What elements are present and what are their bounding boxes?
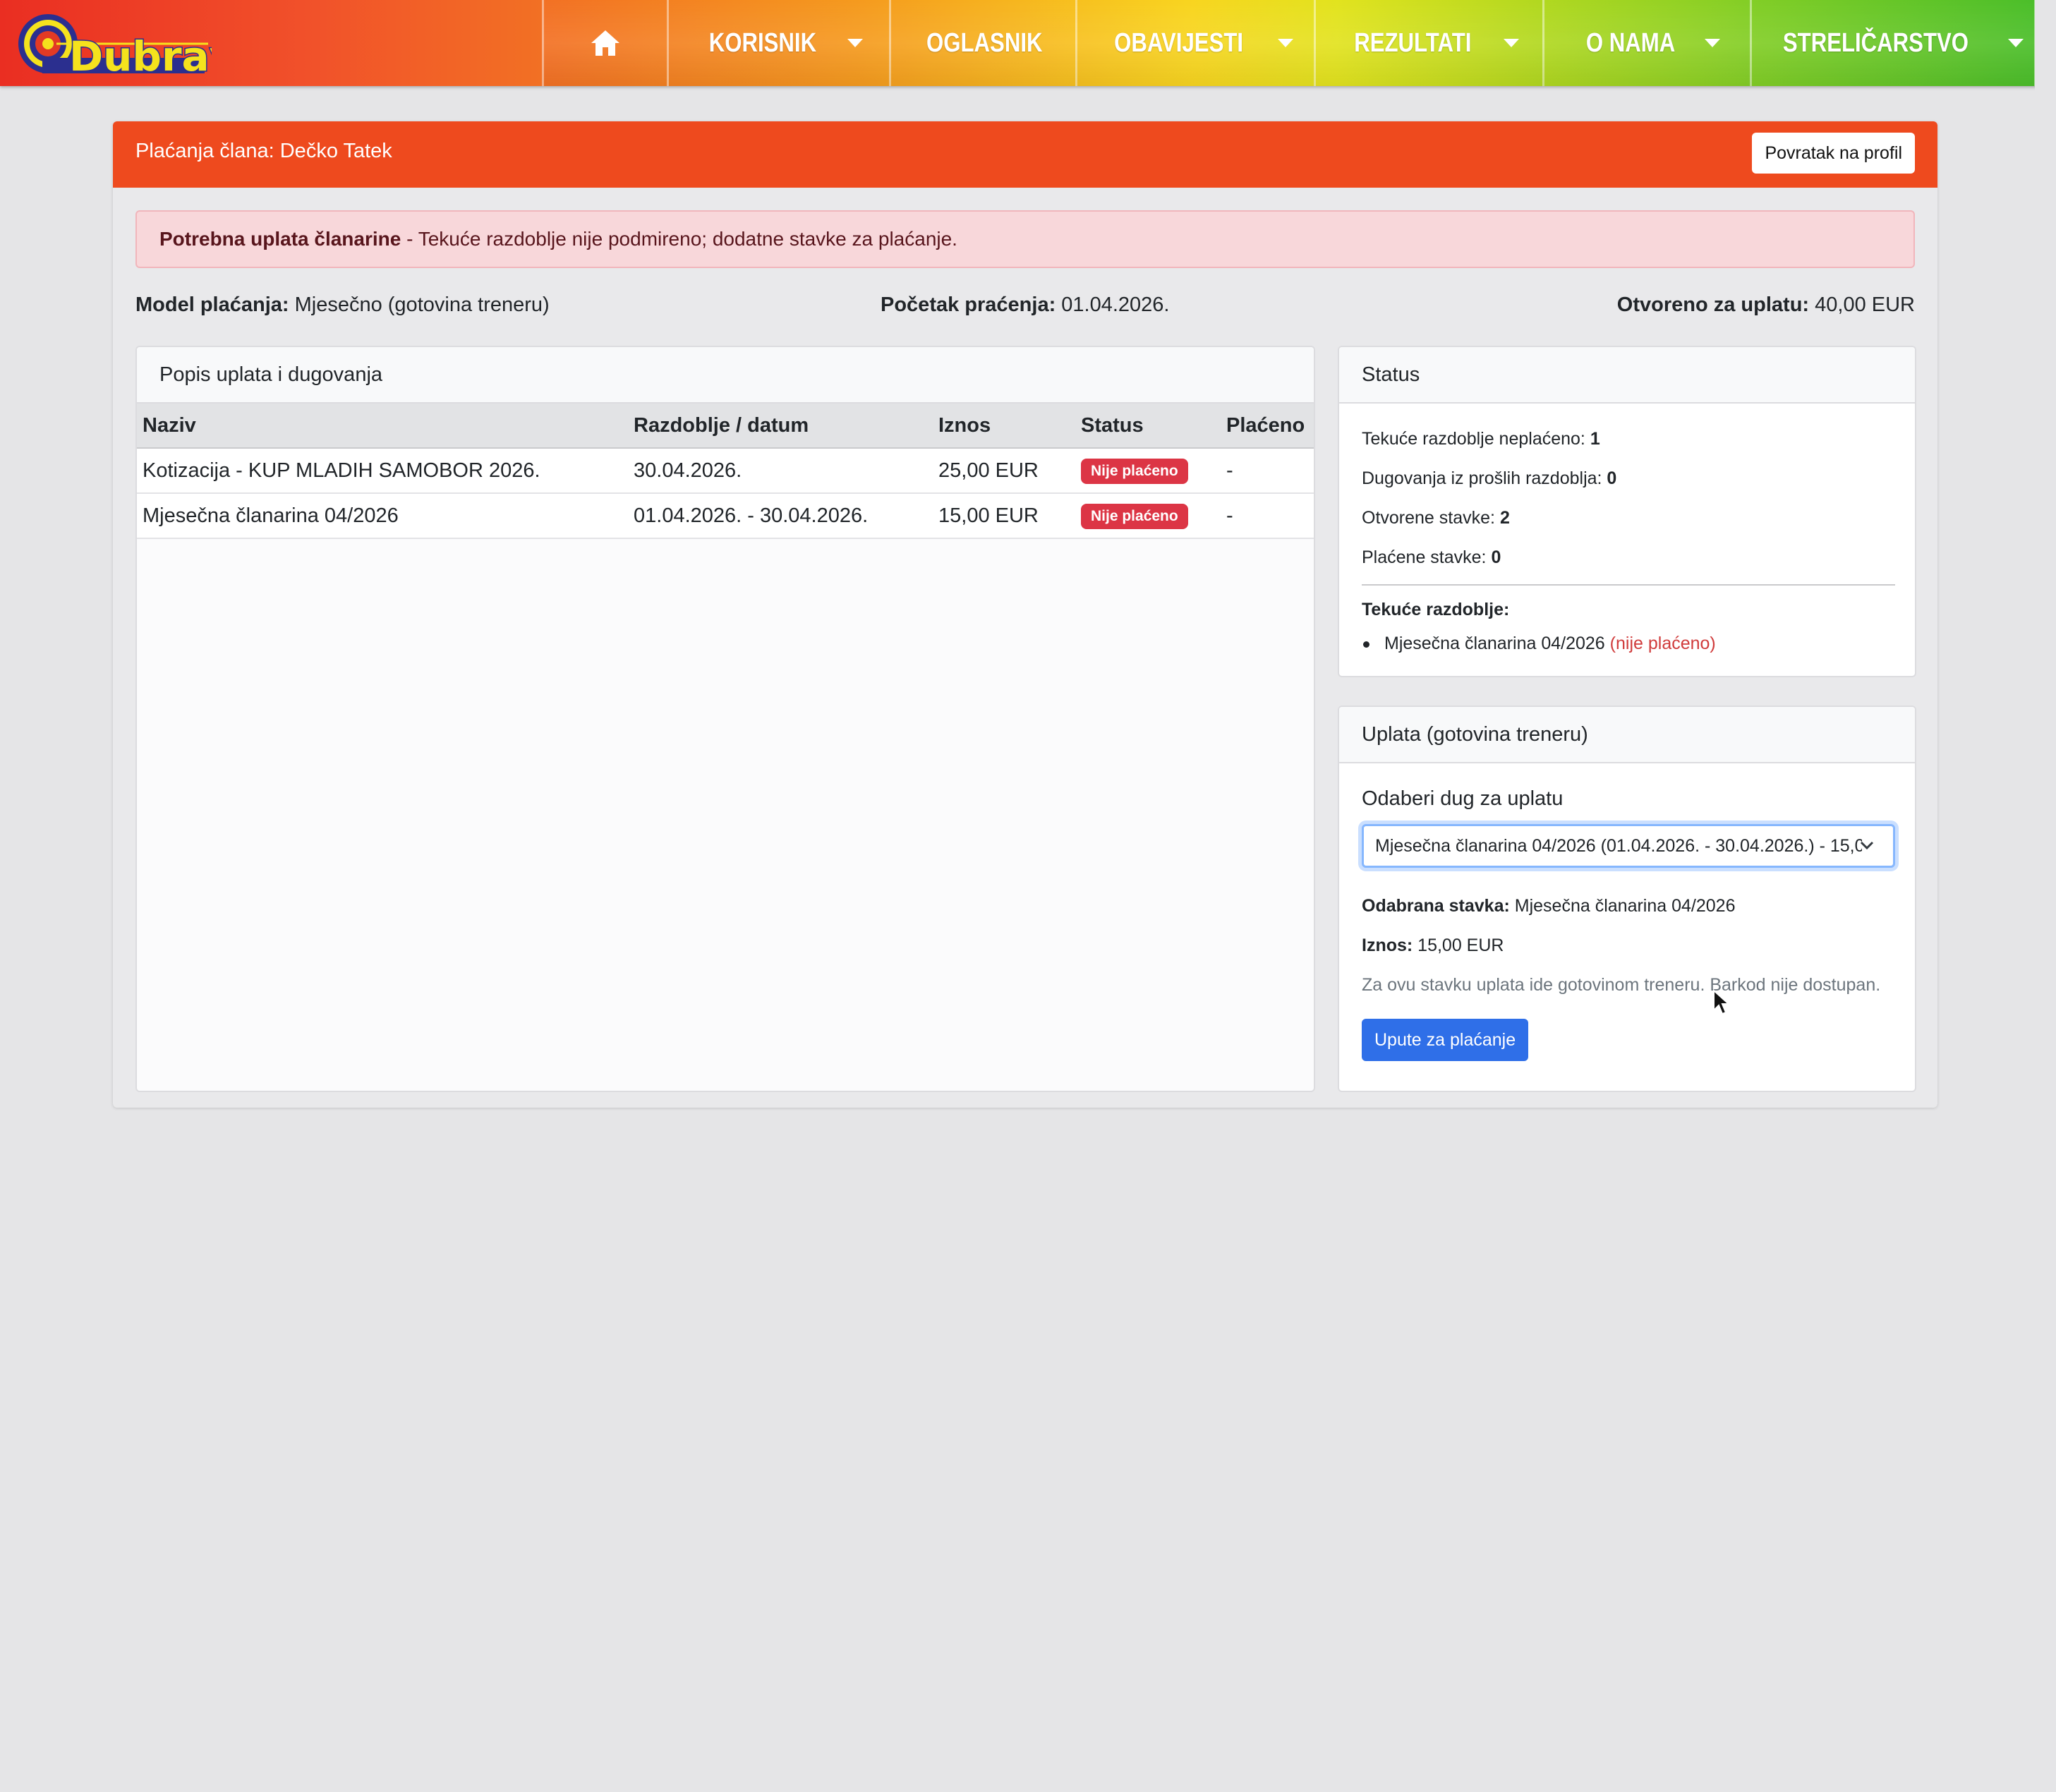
window-edge: [2035, 0, 2056, 1792]
payment-instructions-button[interactable]: Upute za plaćanje: [1362, 1019, 1529, 1061]
home-icon: [591, 30, 619, 56]
row-status-cell: Nije plaćeno: [1075, 448, 1221, 494]
stat-past-debts-value: 0: [1607, 468, 1617, 488]
nav-rezultati[interactable]: REZULTATI: [1314, 0, 1544, 86]
column-header-placeno: Plaćeno: [1221, 404, 1314, 449]
status-title: Status: [1339, 347, 1915, 404]
column-header-status: Status: [1075, 404, 1221, 449]
row-amount: 15,00 EUR: [933, 493, 1075, 539]
amount-label: Iznos:: [1362, 936, 1413, 955]
current-period-item-name: Mjesečna članarina 04/2026: [1384, 634, 1605, 653]
open-amount-info: Otvoreno za uplatu: 40,00 EUR: [1617, 293, 1915, 317]
row-paid: -: [1221, 493, 1314, 539]
top-navbar: Dubrava KORISNIK OGLASNIK OBAVIJESTI REZ…: [0, 0, 2056, 86]
select-debt-label: Odaberi dug za uplatu: [1362, 787, 1564, 810]
table-header-row: Naziv Razdoblje / datum Iznos Status Pla…: [137, 404, 1314, 449]
nav-strelicarstvo[interactable]: STRELIČARSTVO: [1750, 0, 2036, 86]
nav-strelicarstvo-label: STRELIČARSTVO: [1782, 28, 1969, 58]
current-period-heading: Tekuće razdoblje:: [1362, 600, 1510, 619]
current-period-item: Mjesečna članarina 04/2026 (nije plaćeno…: [1363, 634, 1716, 654]
row-name: Kotizacija - KUP MLADIH SAMOBOR 2026.: [137, 448, 628, 494]
nav-oglasnik[interactable]: OGLASNIK: [889, 0, 1077, 86]
chevron-down-icon: [1860, 841, 1874, 850]
card-header: Plaćanja člana: Dečko Tatek Povratak na …: [113, 121, 1937, 188]
row-period: 01.04.2026. - 30.04.2026.: [628, 493, 933, 539]
tracking-start-info: Početak praćenja: 01.04.2026.: [881, 293, 1170, 317]
alert-strong: Potrebna uplata članarine: [159, 228, 401, 250]
payment-model-info: Model plaćanja: Mjesečno (gotovina trene…: [135, 293, 550, 317]
current-period-item-status: (nije plaćeno): [1609, 634, 1716, 653]
stat-open-items-value: 2: [1499, 508, 1510, 528]
nav-rezultati-label: REZULTATI: [1353, 28, 1472, 58]
caret-down-icon: [1504, 39, 1520, 47]
caret-down-icon: [847, 39, 864, 47]
tracking-start-value: 01.04.2026.: [1056, 293, 1170, 316]
selected-item-info: Odabrana stavka: Mjesečna članarina 04/2…: [1362, 896, 1735, 916]
status-divider: [1362, 584, 1895, 586]
membership-alert: Potrebna uplata članarine - Tekuće razdo…: [135, 210, 1915, 268]
stat-past-debts-label: Dugovanja iz prošlih razdoblja:: [1362, 468, 1607, 488]
stat-past-debts: Dugovanja iz prošlih razdoblja: 0: [1362, 468, 1616, 489]
nav-obavijesti[interactable]: OBAVIJESTI: [1075, 0, 1316, 86]
nav-korisnik[interactable]: KORISNIK: [667, 0, 891, 86]
amount-info: Iznos: 15,00 EUR: [1362, 936, 1504, 956]
nav-o-nama-label: O NAMA: [1585, 28, 1676, 58]
payments-list-panel: Popis uplata i dugovanja Naziv Razdoblje…: [135, 346, 1315, 1092]
stat-current-unpaid-value: 1: [1590, 429, 1600, 449]
row-name: Mjesečna članarina 04/2026: [137, 493, 628, 539]
alert-text: - Tekuće razdoblje nije podmireno; dodat…: [401, 228, 957, 250]
caret-down-icon: [1277, 39, 1293, 47]
nav-home[interactable]: [542, 0, 667, 86]
selected-item-label: Odabrana stavka:: [1362, 896, 1510, 916]
stat-paid-items: Plaćene stavke: 0: [1362, 547, 1501, 568]
payment-model-label: Model plaćanja:: [135, 293, 289, 316]
logo-text: Dubrava: [69, 32, 212, 79]
nav-korisnik-label: KORISNIK: [708, 28, 816, 58]
dubrava-logo[interactable]: Dubrava: [14, 8, 265, 82]
row-amount: 25,00 EUR: [933, 448, 1075, 494]
column-header-iznos: Iznos: [933, 404, 1075, 449]
stat-open-items: Otvorene stavke: 2: [1362, 508, 1510, 528]
row-paid: -: [1221, 448, 1314, 494]
status-panel: Status Tekuće razdoblje neplaćeno: 1 Dug…: [1338, 346, 1916, 677]
debt-select[interactable]: Mjesečna članarina 04/2026 (01.04.2026. …: [1362, 824, 1895, 868]
status-badge: Nije plaćeno: [1081, 458, 1188, 484]
selected-item-value: Mjesečna članarina 04/2026: [1509, 896, 1736, 916]
row-period: 30.04.2026.: [628, 448, 933, 494]
nav-oglasnik-label: OGLASNIK: [926, 28, 1043, 58]
payments-table: Naziv Razdoblje / datum Iznos Status Pla…: [137, 404, 1314, 539]
stat-current-unpaid: Tekuće razdoblje neplaćeno: 1: [1362, 429, 1600, 449]
mouse-cursor-icon: [1713, 989, 1729, 1015]
column-header-razdoblje: Razdoblje / datum: [628, 404, 933, 449]
payment-form-title: Uplata (gotovina treneru): [1339, 707, 1915, 763]
stat-paid-items-label: Plaćene stavke:: [1362, 547, 1492, 567]
stat-open-items-label: Otvorene stavke:: [1362, 508, 1500, 528]
current-period-heading-wrap: Tekuće razdoblje:: [1362, 600, 1509, 620]
open-amount-value: 40,00 EUR: [1809, 293, 1915, 316]
column-header-naziv: Naziv: [137, 404, 628, 449]
stat-paid-items-value: 0: [1491, 547, 1501, 567]
table-row: Kotizacija - KUP MLADIH SAMOBOR 2026. 30…: [137, 448, 1314, 494]
open-amount-label: Otvoreno za uplatu:: [1616, 293, 1810, 316]
payments-list-title: Popis uplata i dugovanja: [137, 347, 1314, 404]
caret-down-icon: [1705, 39, 1721, 47]
caret-down-icon: [2008, 39, 2024, 47]
bullet-icon: [1363, 641, 1369, 648]
nav-obavijesti-label: OBAVIJESTI: [1114, 28, 1244, 58]
debt-select-value: Mjesečna članarina 04/2026 (01.04.2026. …: [1375, 835, 1862, 856]
row-status-cell: Nije plaćeno: [1075, 493, 1221, 539]
tracking-start-label: Početak praćenja:: [881, 293, 1056, 316]
amount-value: 15,00 EUR: [1413, 936, 1504, 955]
page-title: Plaćanja člana: Dečko Tatek: [135, 140, 392, 162]
payment-model-value: Mjesečno (gotovina treneru): [289, 293, 550, 316]
stat-current-unpaid-label: Tekuće razdoblje neplaćeno:: [1362, 429, 1590, 449]
payments-card: Plaćanja člana: Dečko Tatek Povratak na …: [113, 121, 1937, 1108]
nav-o-nama[interactable]: O NAMA: [1542, 0, 1752, 86]
payment-form-panel: Uplata (gotovina treneru) Odaberi dug za…: [1338, 706, 1916, 1092]
table-row: Mjesečna članarina 04/2026 01.04.2026. -…: [137, 493, 1314, 539]
payment-note: Za ovu stavku uplata ide gotovinom trene…: [1362, 975, 1881, 995]
back-to-profile-button[interactable]: Povratak na profil: [1752, 133, 1915, 174]
status-badge: Nije plaćeno: [1081, 503, 1188, 529]
